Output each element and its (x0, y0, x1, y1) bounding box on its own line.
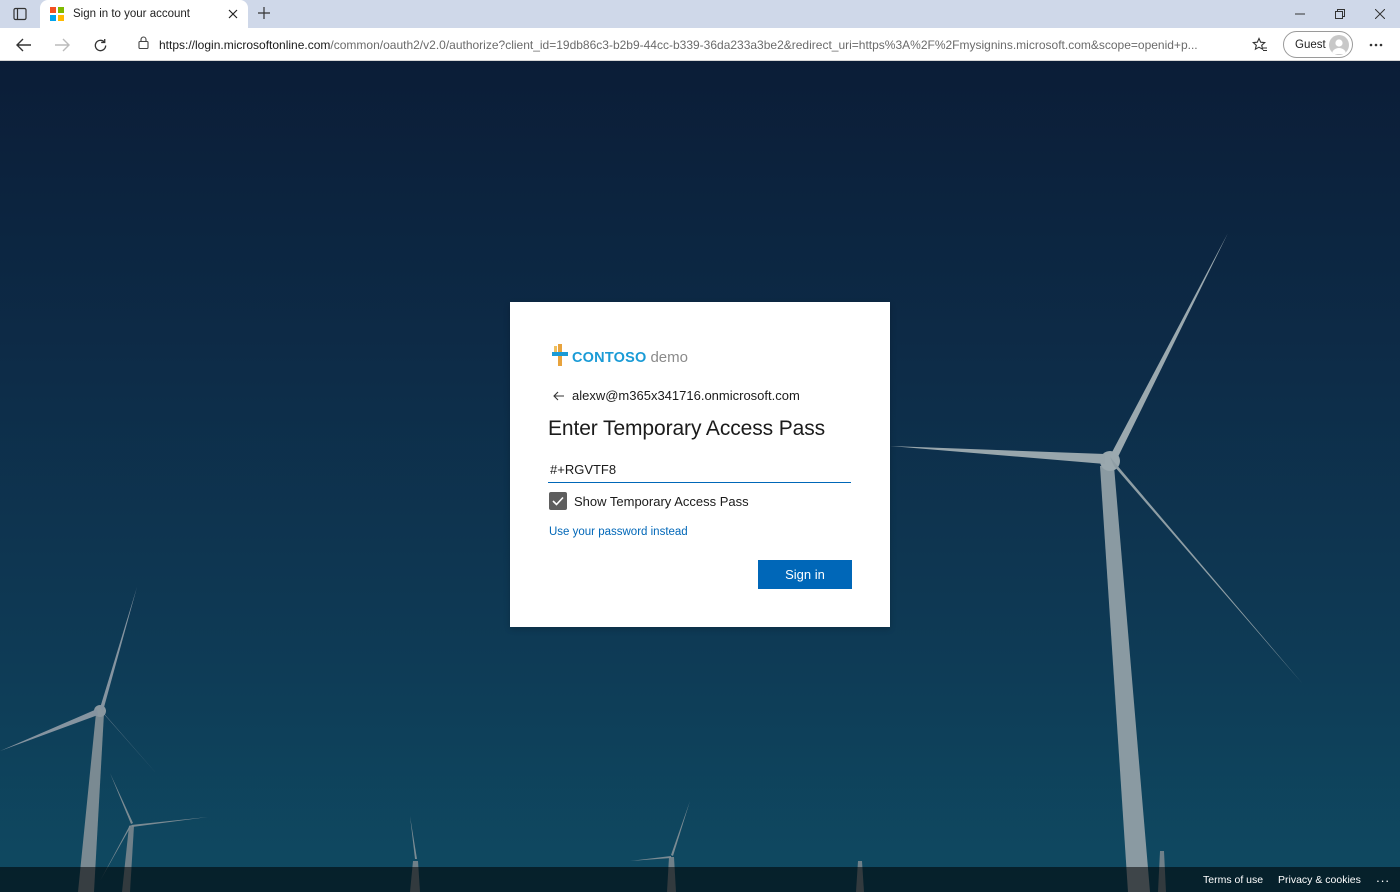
tab-title: Sign in to your account (73, 8, 190, 20)
identity-email: alexw@m365x341716.onmicrosoft.com (572, 388, 800, 403)
show-pass-label[interactable]: Show Temporary Access Pass (574, 494, 749, 509)
back-icon[interactable] (10, 32, 38, 58)
signin-card: CONTOSO demo alexw@m365x341716.onmicroso… (510, 302, 890, 627)
page-title: Enter Temporary Access Pass (548, 417, 826, 440)
more-options-icon[interactable] (1362, 32, 1390, 58)
brand-name: CONTOSO (572, 349, 647, 366)
contoso-logo-icon (552, 344, 568, 371)
show-pass-row[interactable]: Show Temporary Access Pass (549, 492, 749, 510)
tab-strip: Sign in to your account (0, 0, 1400, 28)
page-viewport: CONTOSO demo alexw@m365x341716.onmicroso… (0, 61, 1400, 892)
forward-icon[interactable] (48, 32, 76, 58)
new-tab-icon[interactable] (253, 2, 275, 24)
identity-banner[interactable]: alexw@m365x341716.onmicrosoft.com (552, 388, 800, 403)
refresh-icon[interactable] (86, 32, 114, 58)
brand-suffix: demo (650, 349, 688, 366)
microsoft-logo-icon (50, 7, 64, 21)
profile-button[interactable]: Guest (1283, 31, 1353, 58)
use-password-link[interactable]: Use your password instead (549, 526, 688, 538)
tab-actions-icon[interactable] (6, 2, 34, 26)
url-host: https://login.microsoftonline.com (159, 37, 331, 52)
terms-link[interactable]: Terms of use (1203, 874, 1263, 886)
back-arrow-icon[interactable] (552, 389, 566, 403)
lock-icon[interactable] (138, 35, 149, 54)
avatar (1329, 35, 1349, 55)
url-path: /common/oauth2/v2.0/authorize?client_id=… (330, 37, 1198, 52)
favorites-icon[interactable] (1246, 32, 1274, 58)
restore-icon[interactable] (1320, 0, 1360, 28)
browser-toolbar: https://login.microsoftonline.com/common… (0, 28, 1400, 61)
minimize-icon[interactable] (1280, 0, 1320, 28)
footer-more-icon[interactable]: ... (1376, 870, 1390, 885)
tab-active[interactable]: Sign in to your account (40, 0, 248, 28)
address-bar[interactable]: https://login.microsoftonline.com/common… (124, 31, 1236, 58)
url-text: https://login.microsoftonline.com/common… (159, 38, 1219, 52)
footer: Terms of use Privacy & cookies ... (0, 867, 1400, 892)
contoso-logo: CONTOSO demo (552, 344, 688, 371)
privacy-link[interactable]: Privacy & cookies (1278, 874, 1361, 886)
close-tab-icon[interactable] (225, 6, 241, 22)
show-pass-checkbox[interactable] (549, 492, 567, 510)
sign-in-button[interactable]: Sign in (758, 560, 852, 589)
browser-window: Sign in to your account https://login.mi… (0, 0, 1400, 892)
temporary-access-pass-input[interactable] (548, 456, 851, 483)
profile-label: Guest (1295, 38, 1326, 51)
close-window-icon[interactable] (1360, 0, 1400, 28)
